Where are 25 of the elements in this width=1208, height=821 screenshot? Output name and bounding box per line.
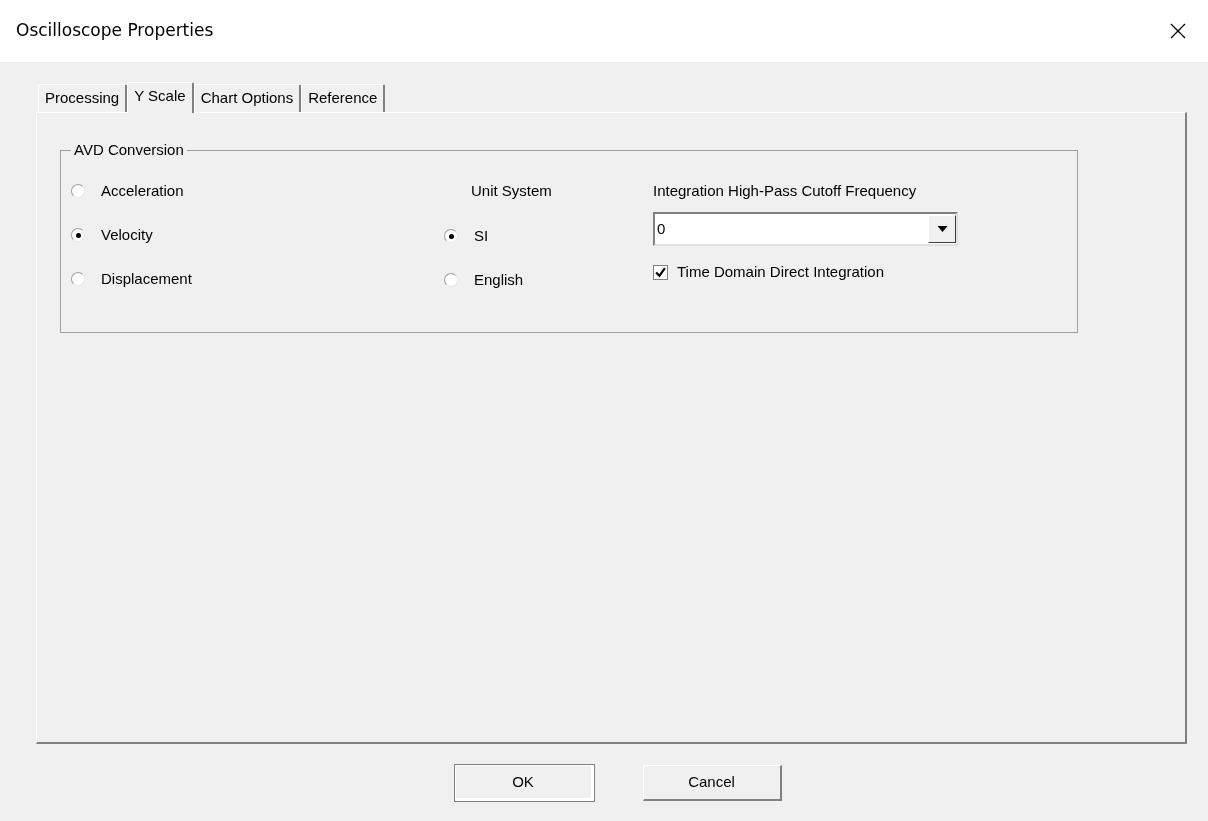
window-title: Oscilloscope Properties (16, 19, 214, 43)
radio-button[interactable] (71, 184, 85, 198)
caret-icon[interactable] (928, 215, 956, 243)
radio-label: Velocity (101, 224, 153, 245)
radio-button[interactable] (71, 228, 85, 242)
dropdown-value: 0 (656, 218, 666, 239)
dialog-button[interactable]: Cancel (642, 765, 782, 801)
tab[interactable]: Y Scale (127, 82, 194, 113)
checkbox[interactable] (653, 264, 668, 280)
radio-label: Displacement (101, 268, 192, 289)
dialog-button[interactable]: OK (454, 765, 594, 801)
cutoff-dropdown[interactable]: 0 (653, 212, 958, 246)
tab[interactable]: Chart Options (193, 84, 302, 112)
unit-system-heading: Unit System (471, 181, 553, 201)
radio-label: Acceleration (101, 180, 184, 201)
tab[interactable]: Reference (301, 84, 386, 112)
tab[interactable]: Processing (38, 84, 128, 112)
radio-button[interactable] (444, 273, 458, 287)
radio-button[interactable] (71, 272, 85, 286)
cutoff-heading: Integration High-Pass Cutoff Frequency (653, 181, 918, 201)
radio-label: English (474, 269, 524, 290)
radio-label: SI (474, 225, 489, 246)
checkbox-label: Time Domain Direct Integration (677, 262, 885, 282)
close-icon[interactable] (1168, 21, 1188, 41)
radio-button[interactable] (444, 229, 458, 243)
